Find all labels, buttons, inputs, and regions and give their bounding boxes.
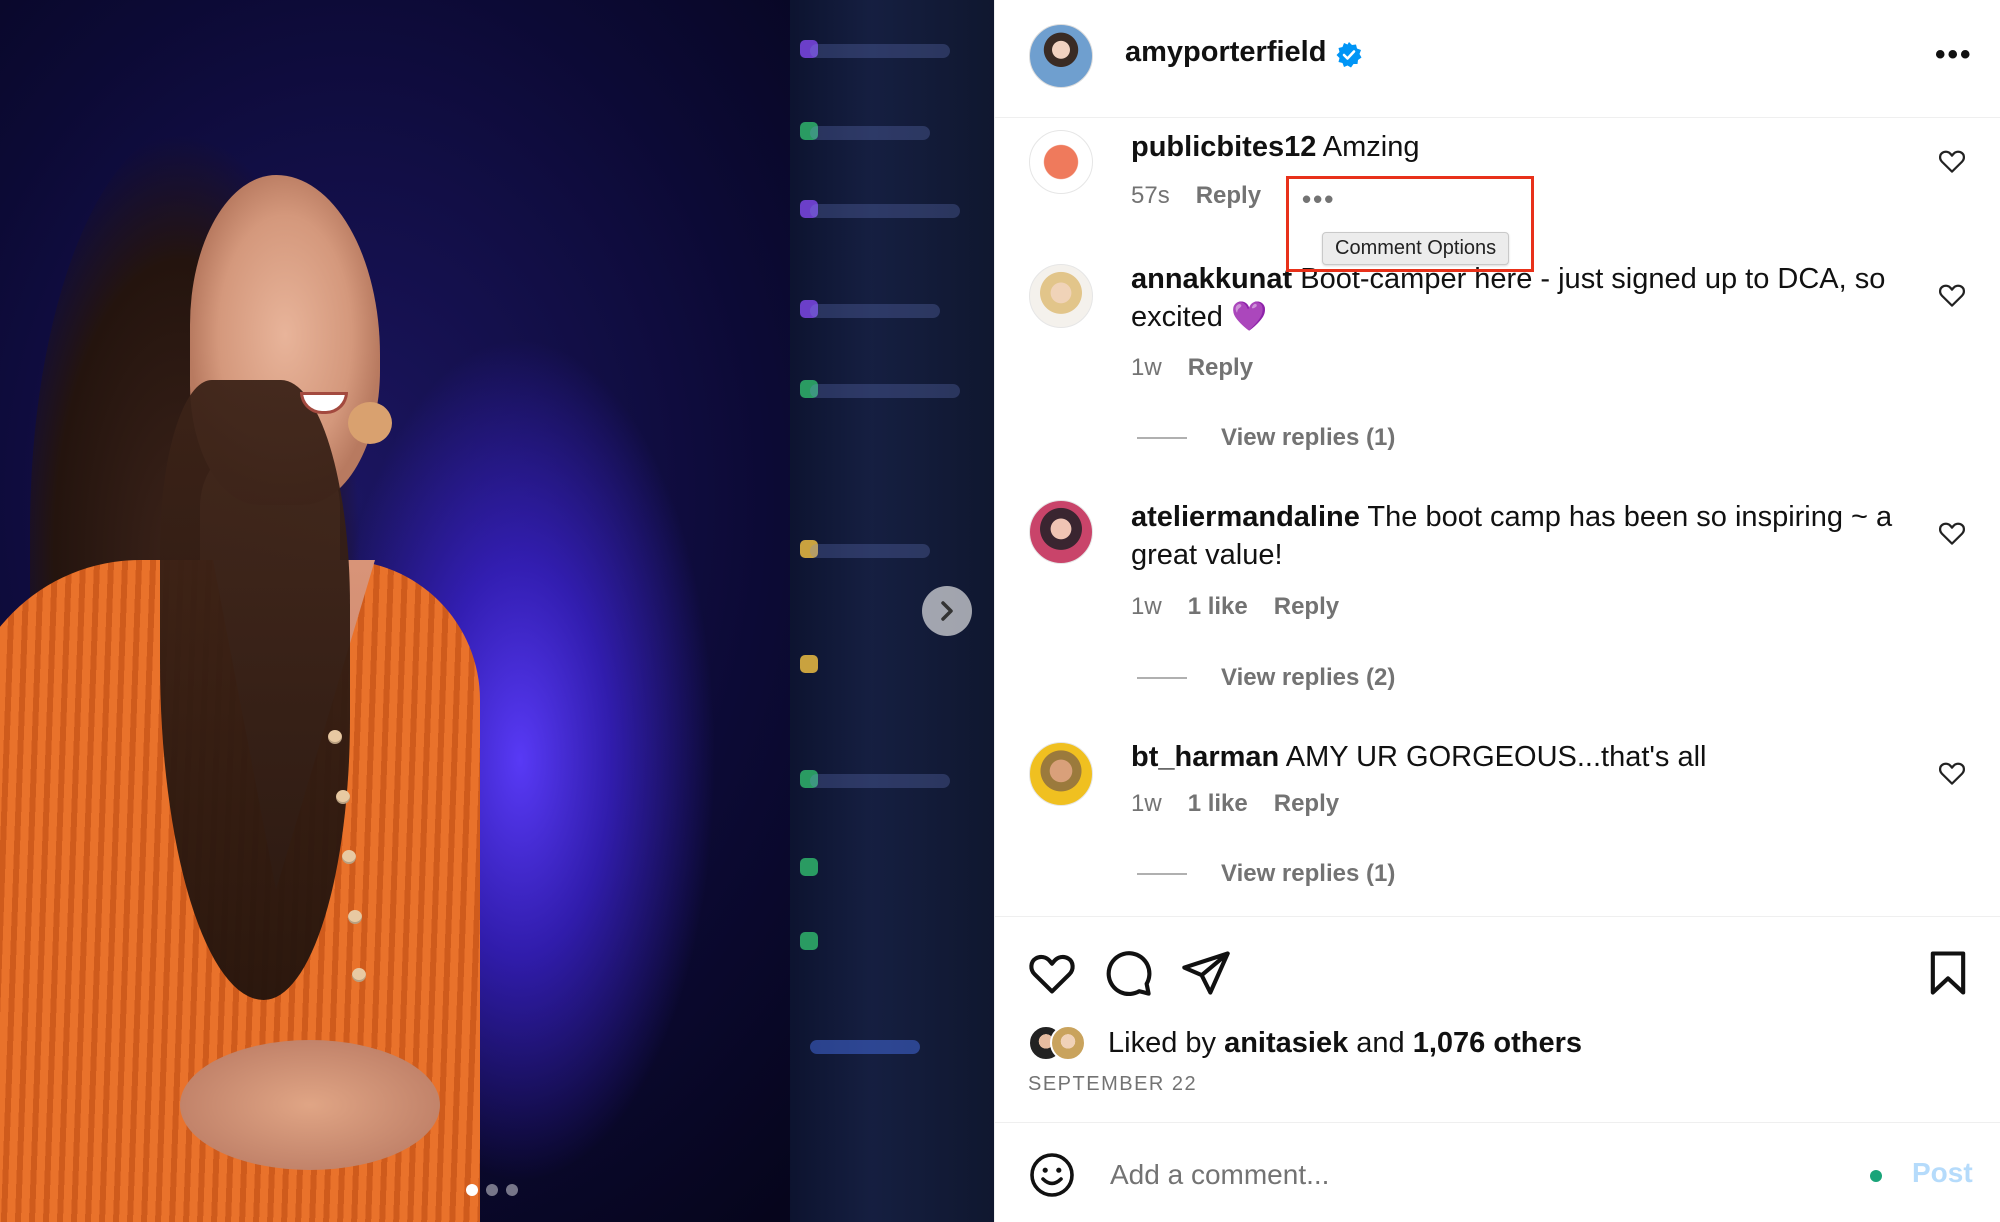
online-status-dot <box>1870 1170 1882 1182</box>
save-bookmark-icon[interactable] <box>1922 947 1974 999</box>
likers-avatars[interactable] <box>1028 1025 1088 1065</box>
likes-summary: Liked by anitasiek and 1,076 others <box>1108 1027 1582 1060</box>
replies-divider-line <box>1137 873 1187 875</box>
comment-time[interactable]: 1w <box>1131 354 1162 382</box>
comment-text: publicbites12 Amzing <box>1131 128 1911 166</box>
likes-prefix: Liked by <box>1108 1027 1217 1059</box>
comment-body: AMY UR GORGEOUS...that's all <box>1285 741 1707 773</box>
replies-divider-line <box>1137 437 1187 439</box>
post-header: amyporterfield ••• <box>995 0 2000 118</box>
post-comment-button[interactable]: Post <box>1912 1157 1973 1189</box>
screen-decoration <box>810 774 950 788</box>
sweater-button <box>336 790 350 804</box>
comment-bubble-icon[interactable] <box>1102 947 1154 999</box>
view-replies-label: View replies (2) <box>1221 664 1396 691</box>
like-heart-icon[interactable] <box>1026 947 1078 999</box>
comment-body: Amzing <box>1322 131 1420 163</box>
likes-connector: and <box>1356 1027 1405 1059</box>
comment-text: bt_harman AMY UR GORGEOUS...that's all <box>1131 738 1911 776</box>
replies-divider-line <box>1137 677 1187 679</box>
emoji-icon[interactable] <box>1028 1151 1076 1199</box>
reply-button[interactable]: Reply <box>1188 354 1253 382</box>
screen-decoration <box>800 932 818 950</box>
verified-badge-icon <box>1336 42 1362 68</box>
screen-decoration <box>810 304 940 318</box>
comment-time[interactable]: 1w <box>1131 593 1162 621</box>
carousel-dot-active <box>466 1184 478 1196</box>
post-photo[interactable] <box>0 0 994 1222</box>
comment-like-icon[interactable] <box>1937 518 1967 548</box>
comment-meta: 1w 1 like Reply <box>1131 593 1339 621</box>
screen-decoration <box>800 655 818 673</box>
comment-meta: 1w 1 like Reply <box>1131 790 1339 818</box>
comment-input[interactable] <box>1108 1153 1808 1197</box>
screen-decoration <box>810 126 930 140</box>
screen-decoration <box>810 1040 920 1054</box>
comment-like-icon[interactable] <box>1937 758 1967 788</box>
share-send-icon[interactable] <box>1180 947 1232 999</box>
commenter-username[interactable]: ateliermandaline <box>1131 501 1360 533</box>
comment-options-tooltip: Comment Options <box>1322 232 1510 265</box>
commenter-avatar[interactable] <box>1029 130 1093 194</box>
screen-decoration <box>800 858 818 876</box>
comment-meta: 1w Reply <box>1131 354 1253 382</box>
comment-likes-count[interactable]: 1 like <box>1188 593 1248 621</box>
author-avatar[interactable] <box>1029 24 1093 88</box>
reply-button[interactable]: Reply <box>1274 593 1339 621</box>
sweater-button <box>342 850 356 864</box>
person-hands <box>180 1040 440 1170</box>
sweater-button <box>328 730 342 744</box>
commenter-avatar[interactable] <box>1029 500 1093 564</box>
screen-decoration <box>810 204 960 218</box>
view-replies-button[interactable]: View replies (2) <box>1137 664 1395 692</box>
view-replies-label: View replies (1) <box>1221 424 1396 451</box>
comment-like-icon[interactable] <box>1937 146 1967 176</box>
author-username[interactable]: amyporterfield <box>1125 36 1326 69</box>
post-actions: Liked by anitasiek and 1,076 others SEPT… <box>994 916 2000 1122</box>
add-comment-bar: Post <box>994 1122 2000 1222</box>
carousel-indicator <box>466 1184 518 1196</box>
commenter-avatar[interactable] <box>1029 742 1093 806</box>
comment-meta: 57s Reply <box>1131 182 1261 210</box>
screen-decoration <box>810 384 960 398</box>
post-options-button[interactable]: ••• <box>1935 38 1973 72</box>
carousel-dot <box>506 1184 518 1196</box>
comment-likes-count[interactable]: 1 like <box>1188 790 1248 818</box>
comment-time[interactable]: 57s <box>1131 182 1170 210</box>
sweater-button <box>348 910 362 924</box>
screen-decoration <box>810 44 950 58</box>
commenter-username[interactable]: bt_harman <box>1131 741 1279 773</box>
comment-time[interactable]: 1w <box>1131 790 1162 818</box>
comment-like-icon[interactable] <box>1937 280 1967 310</box>
commenter-username[interactable]: annakkunat <box>1131 263 1292 295</box>
headset-mic <box>348 402 392 444</box>
chevron-right-icon <box>941 601 953 621</box>
liker-avatar <box>1050 1025 1086 1061</box>
carousel-dot <box>486 1184 498 1196</box>
reply-button[interactable]: Reply <box>1196 182 1261 210</box>
likes-others-count[interactable]: 1,076 others <box>1413 1027 1582 1059</box>
view-replies-button[interactable]: View replies (1) <box>1137 424 1395 452</box>
commenter-username[interactable]: publicbites12 <box>1131 131 1316 163</box>
carousel-next-button[interactable] <box>922 586 972 636</box>
comment-options-button[interactable]: ••• <box>1302 184 1335 215</box>
sweater-button <box>352 968 366 982</box>
view-replies-label: View replies (1) <box>1221 860 1396 887</box>
screen-decoration <box>810 544 930 558</box>
first-liker-username[interactable]: anitasiek <box>1224 1027 1348 1059</box>
comment-text: ateliermandaline The boot camp has been … <box>1131 498 1911 574</box>
commenter-avatar[interactable] <box>1029 264 1093 328</box>
reply-button[interactable]: Reply <box>1274 790 1339 818</box>
view-replies-button[interactable]: View replies (1) <box>1137 860 1395 888</box>
post-date[interactable]: SEPTEMBER 22 <box>1028 1073 1197 1096</box>
